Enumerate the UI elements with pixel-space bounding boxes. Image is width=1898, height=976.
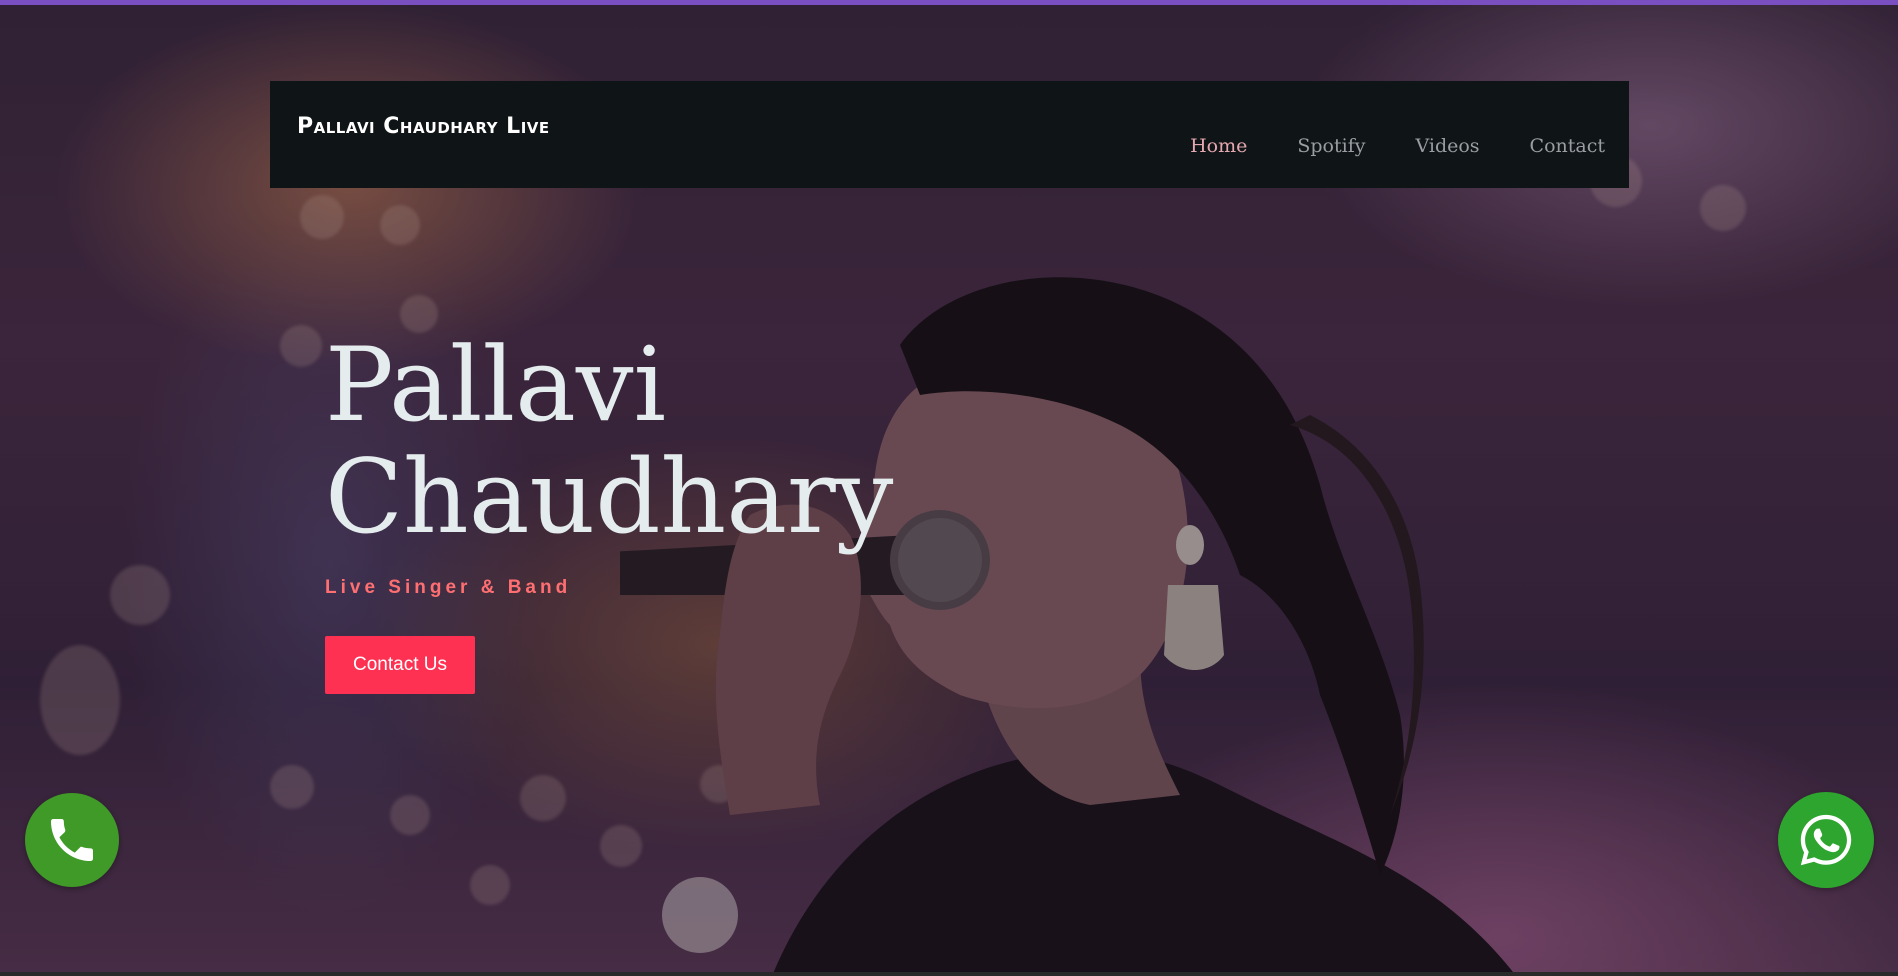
nav-item-home: Home	[1190, 135, 1247, 157]
navbar: Pallavi Chaudhary Live Home Spotify Vide…	[270, 81, 1629, 188]
call-button[interactable]	[25, 793, 119, 887]
nav-item-contact: Contact	[1530, 135, 1605, 157]
hero-title-line1: Pallavi	[325, 326, 667, 445]
nav-item-spotify: Spotify	[1297, 135, 1365, 157]
top-accent-bar	[0, 0, 1898, 5]
whatsapp-button[interactable]	[1778, 792, 1874, 888]
phone-icon	[51, 819, 93, 861]
whatsapp-icon	[1800, 814, 1852, 866]
nav-link-spotify[interactable]: Spotify	[1297, 135, 1365, 157]
bottom-strip	[0, 972, 1898, 976]
hero-subtitle: Live Singer & Band	[325, 577, 572, 598]
hero-title-line2: Chaudhary	[325, 438, 894, 557]
nav-link-home[interactable]: Home	[1190, 135, 1247, 157]
brand-logo[interactable]: Pallavi Chaudhary Live	[297, 114, 550, 139]
nav-link-contact[interactable]: Contact	[1530, 135, 1605, 157]
nav-item-videos: Videos	[1415, 135, 1479, 157]
nav-menu: Home Spotify Videos Contact	[1190, 135, 1605, 157]
nav-link-videos[interactable]: Videos	[1415, 135, 1479, 157]
hero-title: Pallavi Chaudhary	[325, 330, 893, 554]
contact-us-button[interactable]: Contact Us	[325, 636, 475, 694]
